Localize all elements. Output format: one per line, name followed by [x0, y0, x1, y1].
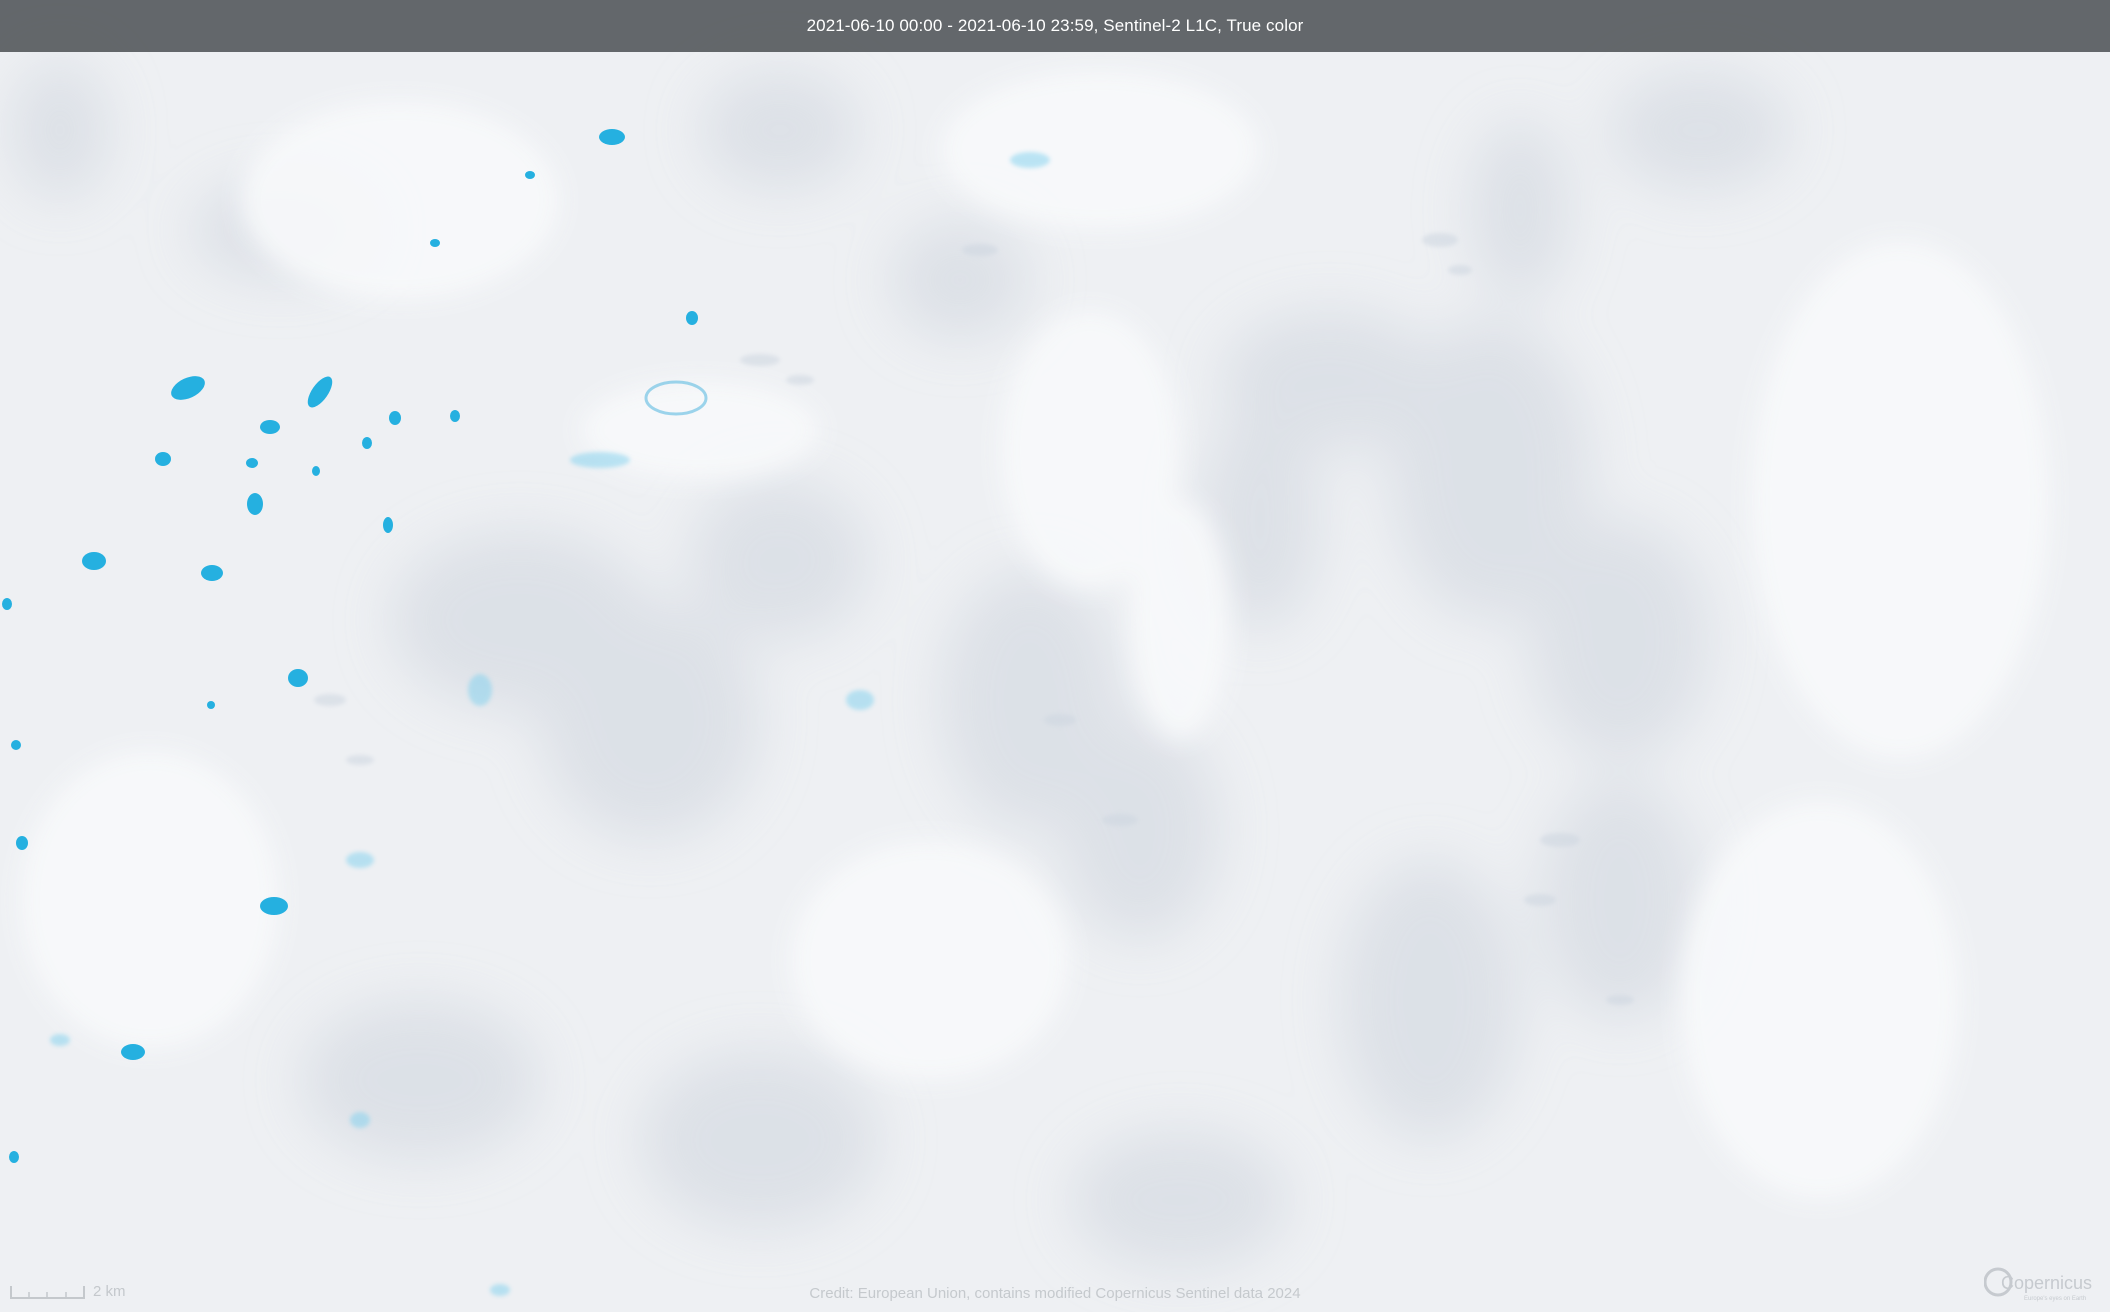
- meltwater-lake: [260, 897, 288, 915]
- meltwater-lake: [312, 466, 320, 476]
- meltwater-lake: [9, 1151, 19, 1163]
- meltwater-lake: [686, 311, 698, 325]
- meltwater-lake: [121, 1044, 145, 1060]
- meltwater-lake: [389, 411, 401, 425]
- meltwater-lake: [450, 410, 460, 422]
- logo-text: Copernicus: [2001, 1273, 2092, 1293]
- meltwater-lake: [207, 701, 215, 709]
- meltwater-lake: [260, 420, 280, 434]
- meltwater-lake: [247, 493, 263, 515]
- meltwater-lake: [2, 598, 12, 610]
- meltwater-lake: [11, 740, 21, 750]
- logo-subtext: Europe's eyes on Earth: [2024, 1296, 2086, 1302]
- meltwater-lake: [201, 565, 223, 581]
- meltwater-lake: [525, 171, 535, 179]
- meltwater-lake: [362, 437, 372, 449]
- meltwater-lake: [155, 452, 171, 466]
- satellite-viewer[interactable]: 2021-06-10 00:00 - 2021-06-10 23:59, Sen…: [0, 0, 2110, 1312]
- meltwater-lake: [288, 669, 308, 687]
- meltwater-lake: [16, 836, 28, 850]
- date-caption-bar: 2021-06-10 00:00 - 2021-06-10 23:59, Sen…: [0, 0, 2110, 52]
- copernicus-logo: Copernicus Europe's eyes on Earth: [1984, 1267, 2092, 1302]
- meltwater-lake: [430, 239, 440, 247]
- meltwater-lake: [82, 552, 106, 570]
- image-caption: 2021-06-10 00:00 - 2021-06-10 23:59, Sen…: [806, 16, 1304, 35]
- attribution-credit: Credit: European Union, contains modifie…: [809, 1285, 1301, 1302]
- meltwater-lake: [383, 517, 393, 533]
- satellite-image[interactable]: [0, 0, 2110, 1312]
- meltwater-lake: [246, 458, 258, 468]
- meltwater-lake: [599, 129, 625, 145]
